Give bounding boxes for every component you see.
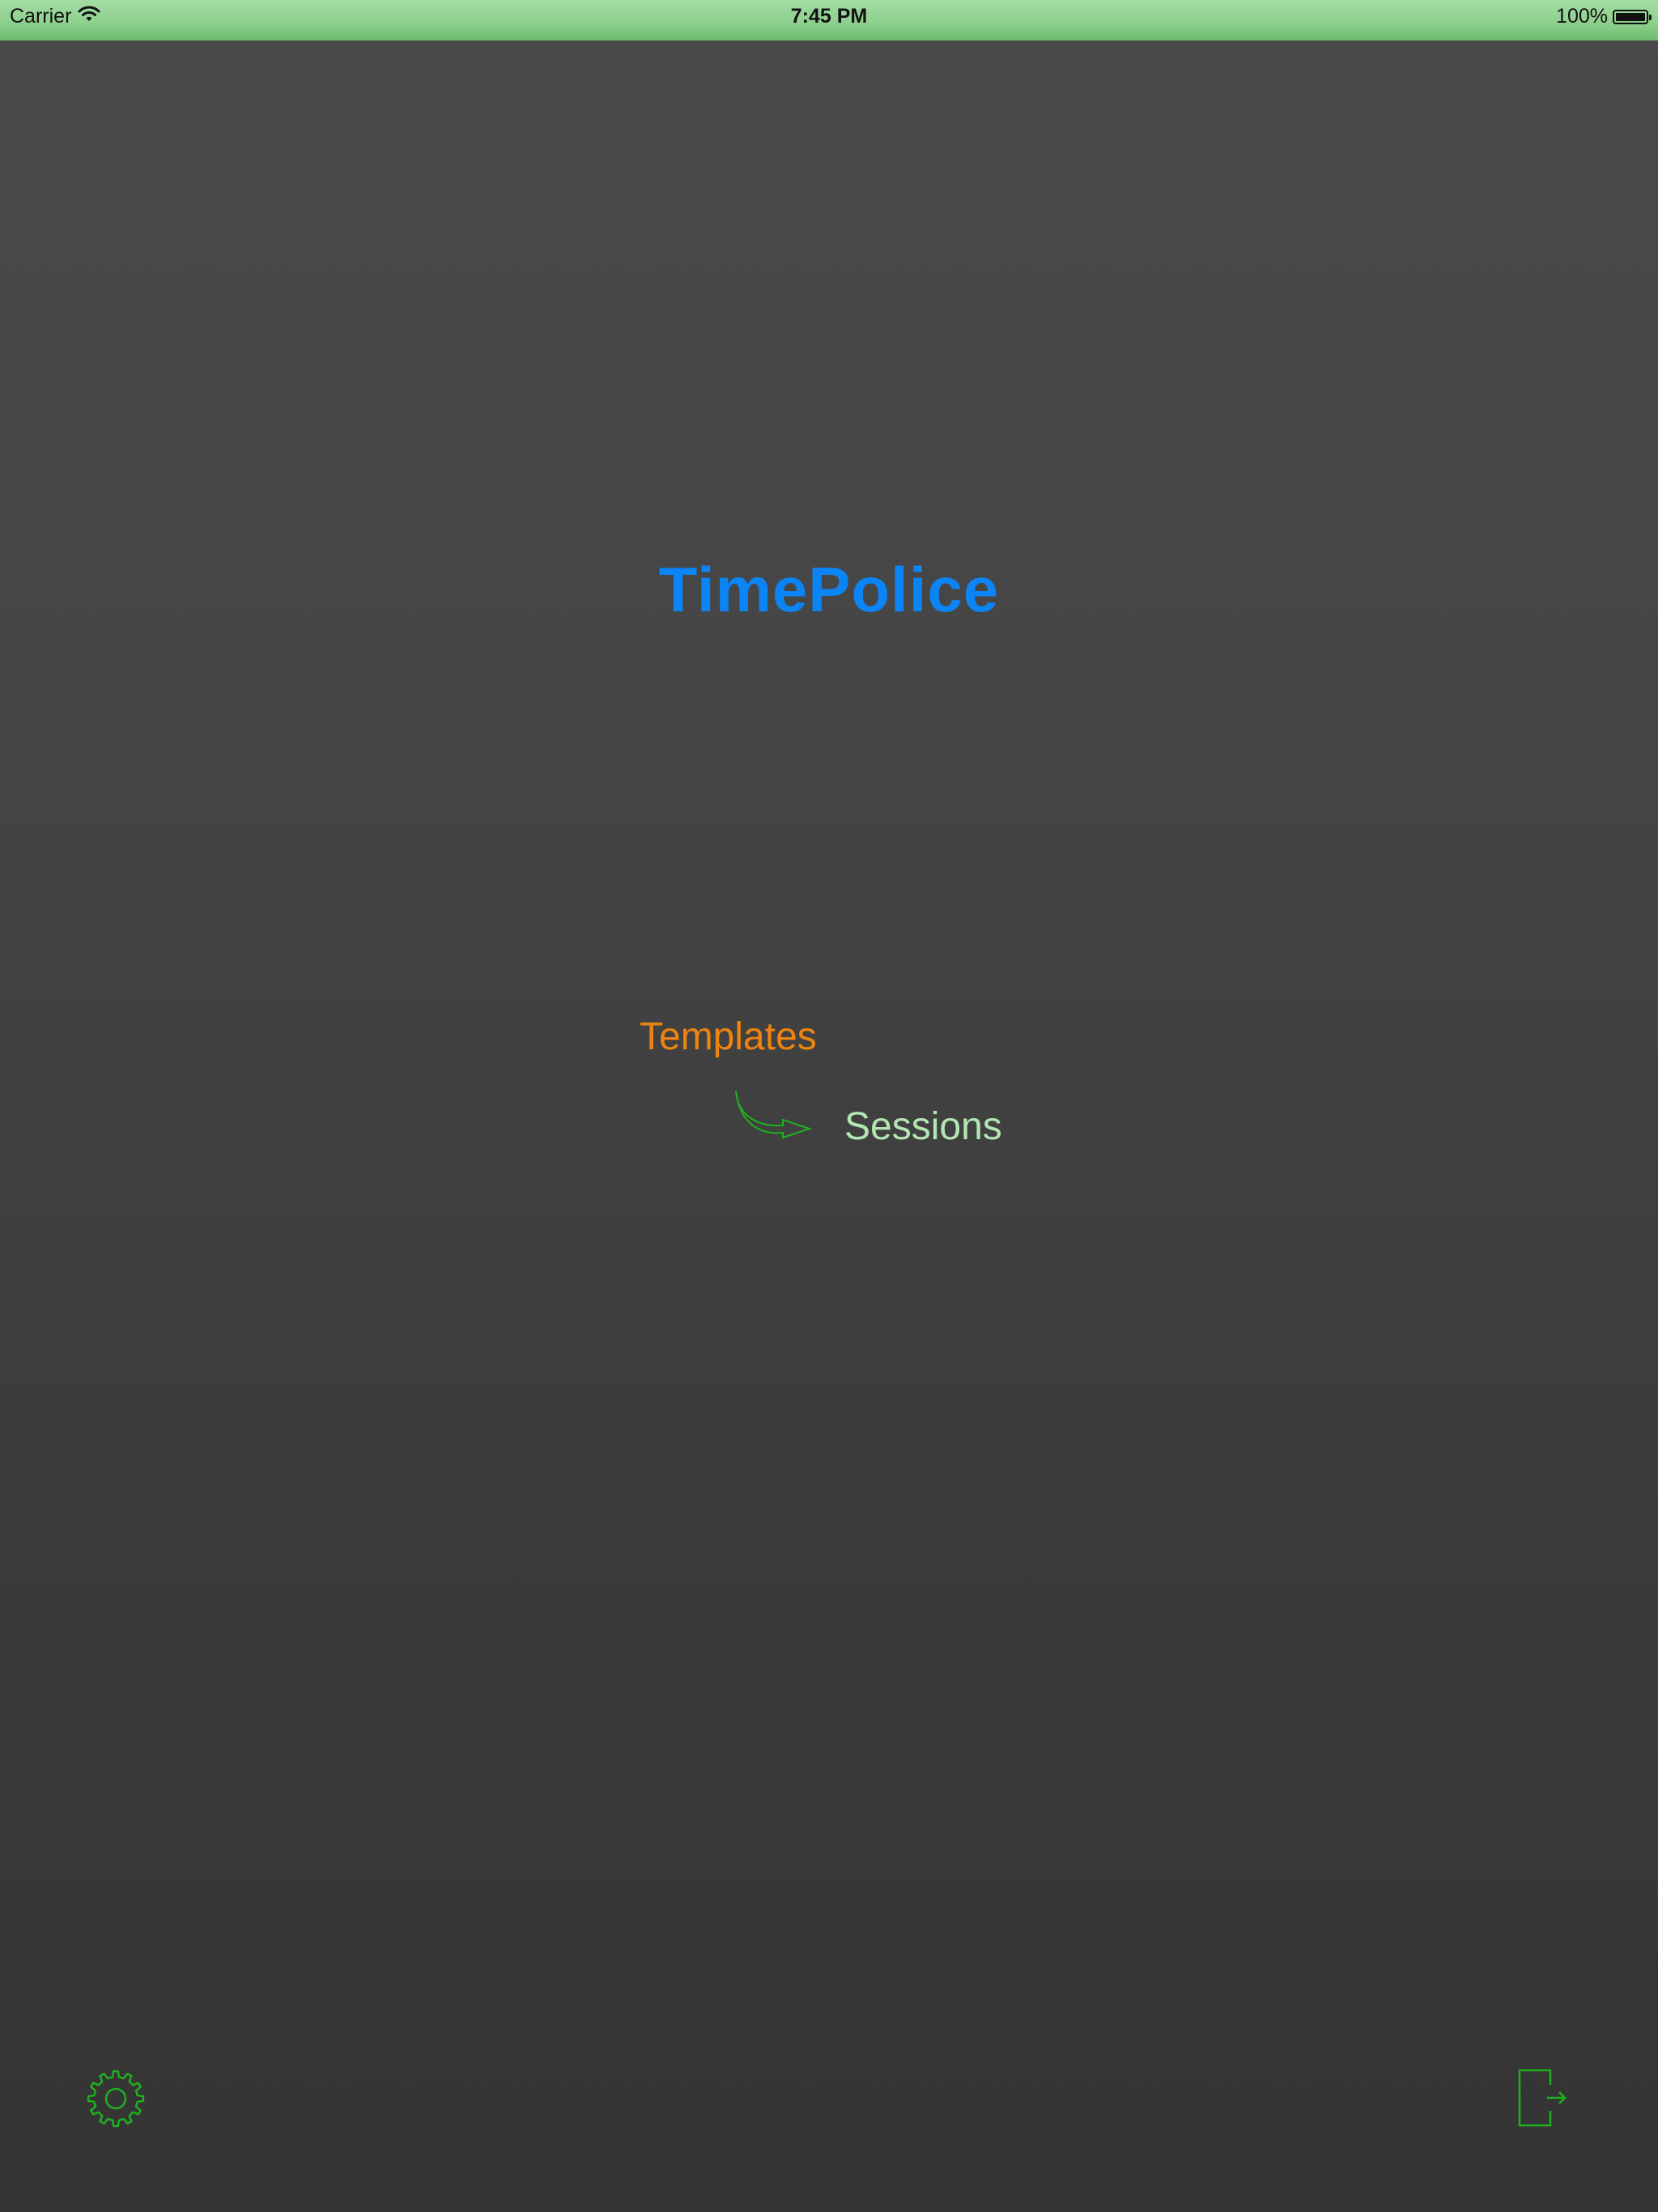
status-bar: Carrier 7:45 PM 100% bbox=[0, 0, 1658, 40]
battery-nub bbox=[1649, 14, 1652, 20]
battery-fill bbox=[1616, 12, 1645, 21]
gear-outline bbox=[87, 2069, 145, 2128]
templates-button[interactable]: Templates bbox=[640, 1015, 817, 1059]
curved-arrow-icon bbox=[735, 1090, 813, 1139]
sessions-button[interactable]: Sessions bbox=[844, 1104, 1002, 1149]
gear-icon[interactable] bbox=[85, 2068, 147, 2129]
app-title: TimePolice bbox=[658, 554, 1000, 625]
battery-indicator: 100% bbox=[1556, 5, 1652, 28]
battery-percent: 100% bbox=[1556, 5, 1608, 28]
battery-icon bbox=[1613, 9, 1652, 24]
exit-door-icon[interactable] bbox=[1518, 2069, 1567, 2127]
status-time: 7:45 PM bbox=[790, 5, 868, 28]
